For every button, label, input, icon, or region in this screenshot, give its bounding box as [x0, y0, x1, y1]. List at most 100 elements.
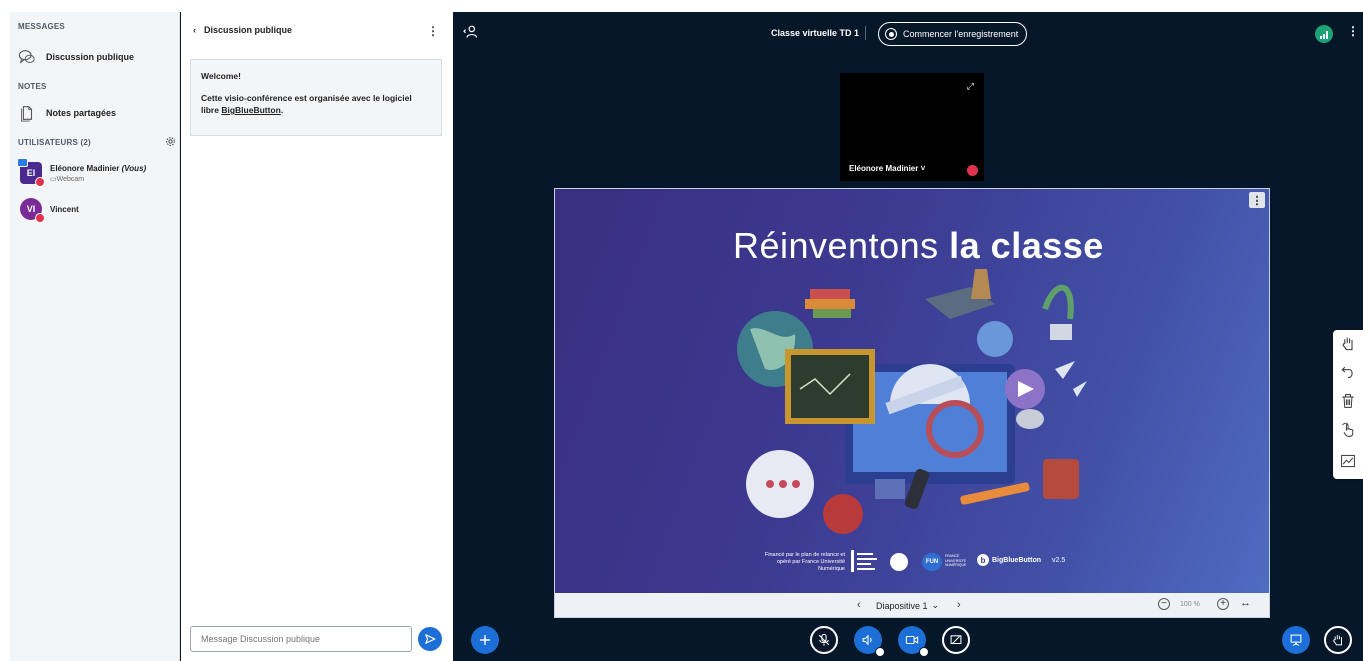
slide-select[interactable]: Diapositive 1 ⌄	[876, 600, 939, 611]
audio-options-caret[interactable]	[875, 647, 885, 657]
multi-user-button[interactable]	[1338, 420, 1358, 440]
fit-to-width-button[interactable]: ↔	[1240, 597, 1251, 609]
user-status-text: Webcam	[56, 175, 85, 183]
avatar-initials: VI	[26, 204, 36, 214]
presentation-icon	[1290, 634, 1302, 647]
gear-icon[interactable]	[165, 136, 176, 147]
chat-title: Discussion publique	[204, 25, 293, 35]
bigbluebutton-link[interactable]: BigBlueButton	[221, 105, 281, 115]
meeting-title: Classe virtuelle TD 1	[771, 28, 860, 38]
plus-icon	[480, 635, 490, 645]
next-slide-button[interactable]: ›	[957, 599, 961, 611]
start-recording-button[interactable]: Commencer l'enregistrement	[878, 22, 1028, 46]
user-list-item-eleonore[interactable]: El Eléonore Madinier (Vous) ▭Webcam	[17, 158, 146, 187]
bbb-version: v2.5	[1052, 556, 1066, 564]
bbb-logo-text: BigBlueButton	[992, 556, 1041, 564]
previous-slide-button[interactable]: ‹	[857, 599, 861, 611]
user-name: Vincent	[50, 204, 79, 214]
user-list-sidebar: MESSAGES Discussion publique NOTES Notes…	[10, 12, 180, 661]
notes-section-title: NOTES	[18, 82, 47, 91]
undo-icon	[1341, 366, 1353, 379]
muted-badge-icon	[35, 213, 45, 223]
sidebar-item-label: Discussion publique	[46, 52, 135, 62]
presentation-slide[interactable]: ⋮ Réinventons la classe Financé par le p…	[555, 189, 1269, 593]
clear-annotations-button[interactable]	[1338, 391, 1358, 411]
welcome-end: .	[280, 105, 284, 115]
screen-share-off-icon	[950, 635, 962, 645]
line-chart-icon	[1341, 454, 1355, 468]
send-message-button[interactable]	[418, 627, 442, 651]
chevron-left-icon: ‹	[193, 25, 196, 35]
chevron-down-icon: ˅	[920, 164, 926, 173]
window-frame-left	[0, 0, 10, 661]
chat-icon	[18, 50, 35, 64]
muted-badge-icon	[35, 177, 45, 187]
user-status: ▭Webcam	[50, 175, 146, 183]
ministry-logo-icon	[851, 550, 877, 572]
presentation-area: ⋮ Réinventons la classe Financé par le p…	[554, 188, 1270, 618]
webcam-video[interactable]: ⤢ Eléonore Madinier ˅	[840, 73, 984, 181]
notes-icon	[21, 106, 33, 122]
slide-credit-text: Financé par le plan de relance et opéré …	[764, 552, 845, 572]
unmute-button[interactable]	[810, 626, 838, 654]
fun-logo: FUN	[922, 553, 942, 571]
bbb-logo-icon: b	[977, 554, 989, 566]
webcam-options-caret[interactable]	[919, 647, 929, 657]
restore-presentation-button[interactable]	[1282, 626, 1310, 654]
classroom-illustration	[737, 269, 1087, 534]
share-webcam-button[interactable]	[898, 626, 929, 657]
main-area: Classe virtuelle TD 1 Commencer l'enregi…	[453, 12, 1363, 661]
bigbluebutton-logo: b BigBlueButton v2.5	[977, 554, 1065, 566]
fullscreen-icon[interactable]: ⤢	[967, 81, 974, 92]
fun-logo-text: FRANCE UNIVERSITÉ NUMÉRIQUE	[945, 554, 967, 567]
welcome-title: Welcome!	[201, 71, 241, 81]
sidebar-item-shared-notes[interactable]: Notes partagées	[18, 104, 116, 122]
webcam-small-icon: ▭	[50, 175, 57, 183]
hand-icon	[1342, 337, 1353, 351]
zoom-in-button[interactable]: +	[1217, 598, 1229, 610]
sidebar-item-public-chat[interactable]: Discussion publique	[18, 48, 134, 66]
record-icon	[885, 28, 897, 40]
raise-hand-icon	[1333, 635, 1342, 646]
avatar: VI	[20, 198, 45, 223]
trash-icon	[1342, 394, 1354, 408]
raise-hand-button[interactable]	[1324, 626, 1352, 654]
user-name-text: Eléonore Madinier	[50, 163, 120, 173]
title-divider	[865, 26, 866, 40]
users-section-title: UTILISATEURS (2)	[18, 138, 91, 147]
connection-status-icon[interactable]	[1315, 25, 1333, 43]
undo-button[interactable]	[1338, 362, 1358, 382]
presentation-options-button[interactable]: ⋮	[1249, 192, 1265, 208]
avatar: El	[17, 158, 45, 187]
whiteboard-toolbar	[1333, 330, 1363, 479]
share-screen-button[interactable]	[942, 626, 970, 654]
pointer-hand-icon	[1342, 422, 1354, 437]
audio-button[interactable]	[854, 626, 885, 657]
toggle-userlist-button[interactable]	[463, 25, 479, 42]
pan-tool-button[interactable]	[1338, 334, 1358, 354]
speaker-icon	[862, 634, 872, 646]
chevron-down-icon: ⌄	[931, 600, 940, 610]
slide-select-label: Diapositive 1	[876, 600, 928, 611]
user-icon	[463, 25, 478, 38]
messages-section-title: MESSAGES	[18, 22, 65, 31]
drawing-tool-button[interactable]	[1338, 451, 1358, 471]
welcome-body: Cette visio-conférence est organisée ave…	[201, 92, 431, 116]
user-list-item-vincent[interactable]: VI Vincent	[20, 198, 79, 223]
zoom-out-button[interactable]: −	[1158, 598, 1170, 610]
options-menu-button[interactable]: ⋮	[1347, 24, 1359, 38]
video-camera-icon	[905, 635, 919, 645]
chat-message-input[interactable]	[190, 626, 412, 652]
actions-button[interactable]	[471, 626, 499, 654]
chat-options-button[interactable]: ⋮	[427, 24, 439, 38]
chat-panel: ‹ Discussion publique ⋮ Welcome! Cette v…	[181, 12, 453, 661]
presentation-toolbar: ‹ Diapositive 1 ⌄ › − 100 % + ↔	[555, 593, 1269, 617]
record-label: Commencer l'enregistrement	[903, 29, 1019, 39]
slide-title-light: Réinventons	[733, 225, 939, 266]
welcome-message: Welcome! Cette visio-conférence est orga…	[190, 59, 442, 136]
webcam-user-name[interactable]: Eléonore Madinier ˅	[849, 164, 925, 173]
webcam-badge-icon	[17, 158, 28, 167]
window-frame-top	[0, 0, 1363, 12]
chat-back-button[interactable]: ‹ Discussion publique	[193, 25, 292, 35]
avatar-initials: El	[26, 168, 36, 178]
